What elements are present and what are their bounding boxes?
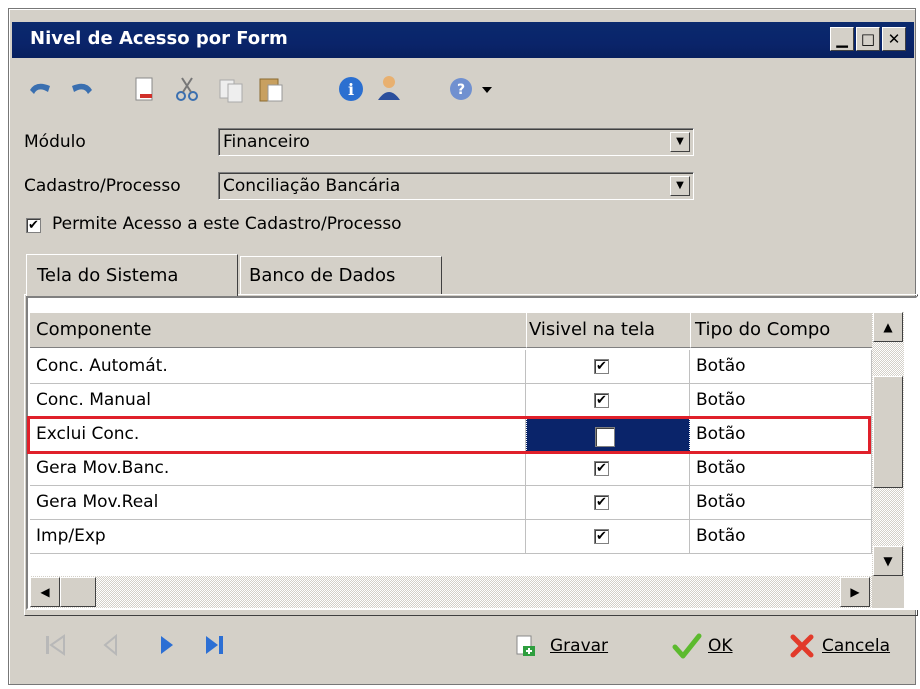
copy-icon[interactable] bbox=[216, 74, 246, 104]
gravar-button[interactable]: Gravar bbox=[514, 630, 624, 662]
cell-tipo: Botão bbox=[690, 520, 872, 554]
save-icon bbox=[516, 635, 535, 656]
scroll-down-icon[interactable]: ▼ bbox=[873, 546, 903, 576]
cancela-button[interactable]: Cancela bbox=[788, 630, 908, 662]
new-document-icon[interactable] bbox=[130, 74, 160, 104]
visivel-checkbox[interactable]: ✔ bbox=[594, 529, 609, 544]
horizontal-scroll-thumb[interactable] bbox=[60, 577, 96, 607]
info-icon[interactable]: i bbox=[336, 74, 366, 104]
vertical-scroll-thumb[interactable] bbox=[873, 376, 903, 488]
tab-label: Banco de Dados bbox=[249, 265, 396, 286]
cell-visivel[interactable]: ✔ bbox=[526, 384, 690, 418]
table-row[interactable]: Gera Mov.Banc. ✔ Botão bbox=[30, 452, 872, 486]
horizontal-scrollbar[interactable]: ◀ ▶ bbox=[30, 576, 872, 608]
tab-banco-de-dados[interactable]: Banco de Dados bbox=[240, 256, 442, 294]
ok-button[interactable]: OK bbox=[672, 630, 752, 662]
selected-row-highlight bbox=[27, 416, 871, 454]
cell-componente: Imp/Exp bbox=[30, 520, 526, 554]
cadastro-select[interactable]: Conciliação Bancária ▼ bbox=[218, 172, 694, 200]
chevron-down-icon[interactable]: ▼ bbox=[670, 176, 690, 196]
visivel-checkbox[interactable]: ✔ bbox=[594, 359, 609, 374]
scroll-right-icon[interactable]: ▶ bbox=[840, 577, 870, 607]
visivel-checkbox[interactable]: ✔ bbox=[594, 461, 609, 476]
previous-record-icon[interactable] bbox=[96, 630, 126, 660]
maximize-button[interactable]: □ bbox=[856, 27, 880, 51]
cell-componente: Gera Mov.Real bbox=[30, 486, 526, 520]
cadastro-label: Cadastro/Processo bbox=[24, 176, 181, 196]
modulo-select[interactable]: Financeiro ▼ bbox=[218, 128, 694, 156]
cut-icon[interactable] bbox=[172, 74, 202, 104]
scroll-corner bbox=[872, 576, 904, 608]
cell-tipo: Botão bbox=[690, 350, 872, 384]
checkmark-icon: ✔ bbox=[28, 218, 39, 233]
cell-visivel[interactable]: ✔ bbox=[526, 520, 690, 554]
cadastro-value: Conciliação Bancária bbox=[223, 176, 401, 196]
cancela-label: Cancela bbox=[822, 636, 891, 656]
cell-componente: Conc. Automát. bbox=[30, 350, 526, 384]
tab-tela-do-sistema[interactable]: Tela do Sistema bbox=[26, 254, 238, 296]
minimize-icon: ▁ bbox=[836, 30, 848, 48]
dropdown-arrow-icon[interactable] bbox=[478, 74, 496, 104]
modulo-value: Financeiro bbox=[223, 132, 310, 152]
first-record-icon[interactable] bbox=[40, 630, 70, 660]
cell-componente: Conc. Manual bbox=[30, 384, 526, 418]
cell-tipo: Botão bbox=[690, 486, 872, 520]
undo-icon[interactable] bbox=[26, 74, 56, 104]
modulo-label: Módulo bbox=[24, 132, 86, 152]
cell-visivel[interactable]: ✔ bbox=[526, 452, 690, 486]
visivel-checkbox[interactable]: ✔ bbox=[594, 393, 609, 408]
checkmark-icon bbox=[672, 633, 702, 659]
gravar-label: Gravar bbox=[550, 636, 609, 656]
table-row[interactable]: Imp/Exp ✔ Botão bbox=[30, 520, 872, 554]
svg-text:?: ? bbox=[457, 82, 465, 98]
cell-tipo: Botão bbox=[690, 452, 872, 486]
close-icon: ✕ bbox=[887, 30, 901, 48]
cell-componente: Gera Mov.Banc. bbox=[30, 452, 526, 486]
title-bar: Nivel de Acesso por Form ▁ □ ✕ bbox=[12, 22, 914, 58]
visivel-checkbox[interactable]: ✔ bbox=[594, 495, 609, 510]
chevron-down-icon[interactable]: ▼ bbox=[670, 132, 690, 152]
ok-label: OK bbox=[708, 636, 733, 656]
permite-acesso-checkbox[interactable]: ✔ bbox=[26, 218, 41, 233]
table-row[interactable]: Conc. Automát. ✔ Botão bbox=[30, 350, 872, 384]
user-icon[interactable] bbox=[374, 72, 404, 102]
cell-visivel[interactable]: ✔ bbox=[526, 350, 690, 384]
column-header-visivel[interactable]: Visivel na tela bbox=[526, 312, 690, 348]
maximize-icon: □ bbox=[860, 30, 876, 48]
table-row[interactable]: Gera Mov.Real ✔ Botão bbox=[30, 486, 872, 520]
cancel-icon bbox=[790, 634, 814, 658]
column-header-tipo[interactable]: Tipo do Compo bbox=[690, 312, 872, 348]
next-record-icon[interactable] bbox=[152, 630, 182, 660]
minimize-button[interactable]: ▁ bbox=[830, 27, 854, 51]
scroll-left-icon[interactable]: ◀ bbox=[30, 577, 60, 607]
column-header-componente[interactable]: Componente bbox=[30, 312, 526, 348]
table-row[interactable]: Conc. Manual ✔ Botão bbox=[30, 384, 872, 418]
cell-tipo: Botão bbox=[690, 384, 872, 418]
window-title: Nivel de Acesso por Form bbox=[30, 28, 288, 49]
vertical-scrollbar[interactable]: ▲ ▼ bbox=[872, 312, 904, 576]
help-icon[interactable]: ? bbox=[446, 74, 476, 104]
scroll-up-icon[interactable]: ▲ bbox=[873, 312, 903, 342]
tab-label: Tela do Sistema bbox=[37, 265, 179, 286]
last-record-icon[interactable] bbox=[200, 630, 230, 660]
paste-icon[interactable] bbox=[256, 74, 286, 104]
permite-acesso-label: Permite Acesso a este Cadastro/Processo bbox=[52, 214, 402, 234]
svg-text:i: i bbox=[348, 80, 354, 99]
cell-visivel[interactable]: ✔ bbox=[526, 486, 690, 520]
close-button[interactable]: ✕ bbox=[882, 27, 906, 51]
redo-icon[interactable] bbox=[66, 74, 96, 104]
